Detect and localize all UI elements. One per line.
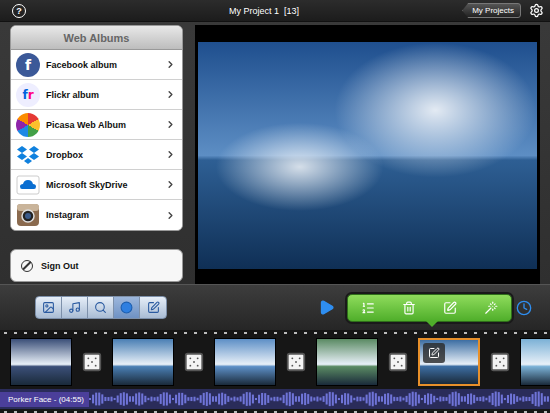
- search-icon: [94, 301, 107, 314]
- help-button[interactable]: ?: [12, 4, 26, 18]
- web-albums-panel: Web Albums f Facebook album fr Flickr album P…: [10, 25, 183, 231]
- toolbar: [0, 284, 550, 330]
- album-label: Facebook album: [46, 60, 159, 70]
- timeline: Porker Face - (04:55): [0, 330, 550, 413]
- photo-clip[interactable]: [316, 338, 378, 386]
- album-label: Microsoft SkyDrive: [46, 180, 159, 190]
- chevron-icon: [165, 210, 176, 221]
- transition-clip[interactable]: [79, 349, 105, 375]
- chevron-icon: [165, 149, 176, 160]
- facebook-logo-icon: f: [16, 53, 40, 77]
- audio-track[interactable]: Porker Face - (04:55): [0, 389, 550, 409]
- magic-wand-icon: [484, 301, 498, 315]
- preview-panel: [195, 25, 540, 284]
- chevron-icon: [165, 179, 176, 190]
- film-sprockets: [0, 330, 550, 335]
- transition-clip[interactable]: [487, 349, 513, 375]
- album-label: Picasa Web Album: [46, 120, 159, 130]
- waveform-icon: [89, 389, 550, 409]
- media-tab[interactable]: [62, 297, 88, 318]
- main-area: Web Albums f Facebook album fr Flickr album P…: [0, 22, 550, 284]
- duration-button[interactable]: [516, 300, 532, 316]
- clip-edit-icon[interactable]: [423, 343, 445, 363]
- settings-button[interactable]: [529, 3, 544, 18]
- my-projects-button[interactable]: My Projects: [462, 3, 521, 18]
- dice-icon: [387, 351, 409, 373]
- album-label: Instagram: [46, 210, 159, 220]
- chevron-icon: [165, 59, 176, 70]
- chevron-icon: [165, 119, 176, 130]
- transition-clip[interactable]: [181, 349, 207, 375]
- photo-clip[interactable]: [10, 338, 72, 386]
- media-tab[interactable]: [140, 297, 166, 318]
- project-title: My Project 1 [13]: [34, 6, 454, 16]
- play-icon: [318, 299, 335, 316]
- edit-button[interactable]: [435, 298, 465, 318]
- music-icon: [68, 301, 81, 314]
- dropbox-logo-icon: [16, 143, 40, 167]
- dice-icon: [81, 351, 103, 373]
- album-row[interactable]: Dropbox: [11, 140, 182, 170]
- media-tab[interactable]: [114, 297, 140, 318]
- transition-clip[interactable]: [283, 349, 309, 375]
- preview-photo: [198, 42, 537, 269]
- web-circle-icon: [120, 301, 133, 314]
- dice-icon: [183, 351, 205, 373]
- trash-icon: [402, 301, 416, 315]
- photo-clip[interactable]: [112, 338, 174, 386]
- clock-icon: [516, 300, 532, 316]
- media-tabs: [35, 296, 167, 319]
- app-window: ?My Project 1 [13]My ProjectsWeb Albumsf…: [0, 0, 550, 413]
- instagram-logo-icon: [16, 203, 40, 227]
- text-edit-icon: [147, 301, 160, 314]
- list-icon: [361, 301, 375, 315]
- media-tab[interactable]: [36, 297, 62, 318]
- edit-icon: [443, 301, 457, 315]
- photo-clip[interactable]: [418, 338, 480, 386]
- play-button[interactable]: [318, 299, 335, 316]
- action-bar-pointer: [426, 321, 438, 327]
- film-sprockets: [0, 409, 550, 413]
- sign-out-button[interactable]: Sign Out: [10, 249, 183, 282]
- flickr-logo-icon: fr: [16, 83, 40, 107]
- media-tab[interactable]: [88, 297, 114, 318]
- album-row[interactable]: Instagram: [11, 200, 182, 230]
- album-row[interactable]: Microsoft SkyDrive: [11, 170, 182, 200]
- album-label: Flickr album: [46, 90, 159, 100]
- dice-icon: [489, 351, 511, 373]
- album-row[interactable]: fr Flickr album: [11, 80, 182, 110]
- album-row[interactable]: f Facebook album: [11, 50, 182, 80]
- effects-button[interactable]: [476, 298, 506, 318]
- gear-icon: [529, 3, 544, 18]
- photo-clip[interactable]: [520, 338, 550, 386]
- sidebar: Web Albums f Facebook album fr Flickr album P…: [10, 25, 183, 284]
- album-row[interactable]: Picasa Web Album: [11, 110, 182, 140]
- dice-icon: [285, 351, 307, 373]
- top-bar: ? My Project 1 [13] My Projects: [0, 0, 550, 22]
- panel-header: Web Albums: [11, 26, 182, 50]
- transition-clip[interactable]: [385, 349, 411, 375]
- skydrive-logo-icon: [16, 173, 40, 197]
- sign-out-icon: [21, 260, 33, 272]
- delete-button[interactable]: [394, 298, 424, 318]
- clips-row: [0, 335, 550, 389]
- clip-action-bar: [347, 294, 512, 322]
- photo-clip[interactable]: [214, 338, 276, 386]
- audio-label: Porker Face - (04:55): [0, 392, 89, 407]
- photo-icon: [42, 301, 55, 314]
- album-label: Dropbox: [46, 150, 159, 160]
- order-button[interactable]: [353, 298, 383, 318]
- picasa-logo-icon: [16, 113, 40, 137]
- chevron-icon: [165, 89, 176, 100]
